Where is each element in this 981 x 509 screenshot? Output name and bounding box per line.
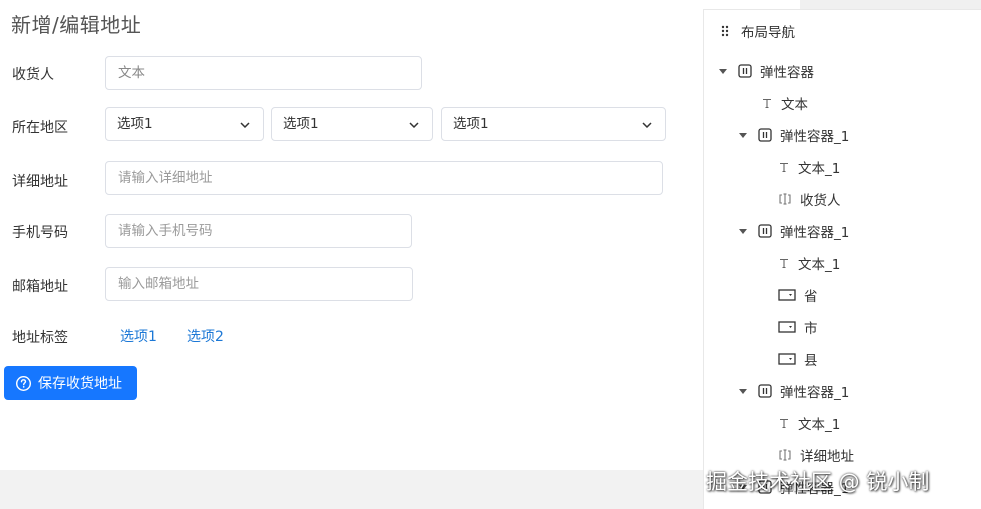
tree-node[interactable]: 县 — [778, 347, 818, 371]
tree-node-label: 弹性容器_1 — [780, 129, 850, 145]
province-select[interactable]: 选项1 — [105, 107, 264, 141]
text-icon — [778, 257, 798, 269]
receiver-label: 收货人 — [12, 67, 54, 83]
page-title: 新增/编辑地址 — [11, 13, 142, 37]
email-input[interactable]: 输入邮箱地址 — [105, 267, 413, 301]
tags-label: 地址标签 — [12, 330, 68, 346]
select-icon — [778, 288, 804, 302]
flex-container-icon — [738, 64, 760, 78]
receiver-input[interactable]: 文本 — [105, 56, 422, 90]
tree-node-label: 县 — [804, 353, 818, 369]
phone-label: 手机号码 — [12, 225, 68, 241]
tree-node[interactable]: 弹性容器 — [718, 59, 814, 83]
flex-container-icon — [758, 224, 780, 238]
tree-node[interactable]: 省 — [778, 283, 818, 307]
tree-node-label: 文本_1 — [798, 417, 841, 433]
tree-node[interactable]: 详细地址 — [778, 443, 854, 467]
tree-node[interactable]: 弹性容器_1 — [738, 219, 849, 243]
county-select[interactable]: 选项1 — [441, 107, 666, 141]
tree-node[interactable]: 文本_1 — [778, 411, 840, 435]
nav-top-strip — [800, 0, 981, 9]
tree-node-label: 弹性容器_1 — [780, 385, 850, 401]
email-label: 邮箱地址 — [12, 279, 68, 295]
tree-node-label: 文本_1 — [798, 257, 841, 273]
select-icon — [778, 352, 804, 366]
caret-down-icon[interactable] — [718, 66, 728, 76]
tree-node-label: 详细地址 — [800, 449, 854, 465]
region-label: 所在地区 — [12, 120, 68, 136]
tree-node-label: 文本 — [781, 97, 808, 113]
address-label: 详细地址 — [12, 174, 68, 190]
chevron-down-icon — [642, 122, 652, 129]
input-icon — [778, 448, 800, 462]
tree-node[interactable]: 市 — [778, 315, 818, 339]
tree-node-label: 文本_1 — [798, 161, 841, 177]
bottom-strip — [0, 470, 703, 509]
tree-node-label: 弹性容器 — [760, 65, 814, 81]
flex-container-icon — [758, 128, 780, 142]
question-circle-icon — [15, 375, 32, 391]
caret-down-icon[interactable] — [738, 130, 748, 140]
tag-option-1[interactable]: 选项1 — [120, 326, 157, 346]
address-form: 新增/编辑地址 收货人 文本 所在地区 选项1 选项1 选项1 详细地址 请输入… — [0, 0, 703, 470]
text-icon — [778, 161, 798, 173]
page-root: 新增/编辑地址 收货人 文本 所在地区 选项1 选项1 选项1 详细地址 请输入… — [0, 0, 981, 509]
save-address-button-label: 保存收货地址 — [38, 376, 122, 392]
layout-nav-header: 布局导航 — [721, 21, 795, 41]
address-input[interactable]: 请输入详细地址 — [105, 161, 663, 195]
province-select-value: 选项1 — [117, 116, 153, 132]
tree-node-label: 省 — [804, 289, 818, 305]
text-icon — [761, 97, 781, 109]
chevron-down-icon — [240, 122, 250, 129]
tree-node-label: 市 — [804, 321, 818, 337]
tree-node[interactable]: 文本 — [761, 91, 808, 115]
chevron-down-icon — [409, 122, 419, 129]
select-icon — [778, 320, 804, 334]
tree-node[interactable]: 文本_1 — [778, 155, 840, 179]
tree-node-label: 弹性容器_1 — [780, 225, 850, 241]
caret-down-icon[interactable] — [738, 386, 748, 396]
input-icon — [778, 192, 800, 206]
text-icon — [778, 417, 798, 429]
city-select[interactable]: 选项1 — [271, 107, 433, 141]
phone-input[interactable]: 请输入手机号码 — [105, 214, 412, 248]
flex-container-icon — [758, 384, 780, 398]
layout-nav-panel: 布局导航 弹性容器 文本 弹性容器_1 文本_1 收货人 弹性容器_1 文本_1 省市县弹性容… — [703, 9, 981, 509]
tag-option-2[interactable]: 选项2 — [187, 326, 224, 346]
tree-node[interactable]: 弹性容器_1 — [738, 123, 849, 147]
tree-node-label: 收货人 — [800, 193, 841, 209]
county-select-value: 选项1 — [453, 116, 489, 132]
city-select-value: 选项1 — [283, 116, 319, 132]
tree-node[interactable]: 弹性容器_1 — [738, 379, 849, 403]
caret-down-icon[interactable] — [738, 226, 748, 236]
layout-nav-title: 布局导航 — [741, 25, 795, 41]
drag-handle-icon[interactable] — [721, 25, 729, 37]
watermark: 掘金技术社区 @ 锐小制 — [706, 470, 930, 494]
tree-node[interactable]: 收货人 — [778, 187, 841, 211]
tree-node[interactable]: 文本_1 — [778, 251, 840, 275]
save-address-button[interactable]: 保存收货地址 — [4, 366, 137, 400]
